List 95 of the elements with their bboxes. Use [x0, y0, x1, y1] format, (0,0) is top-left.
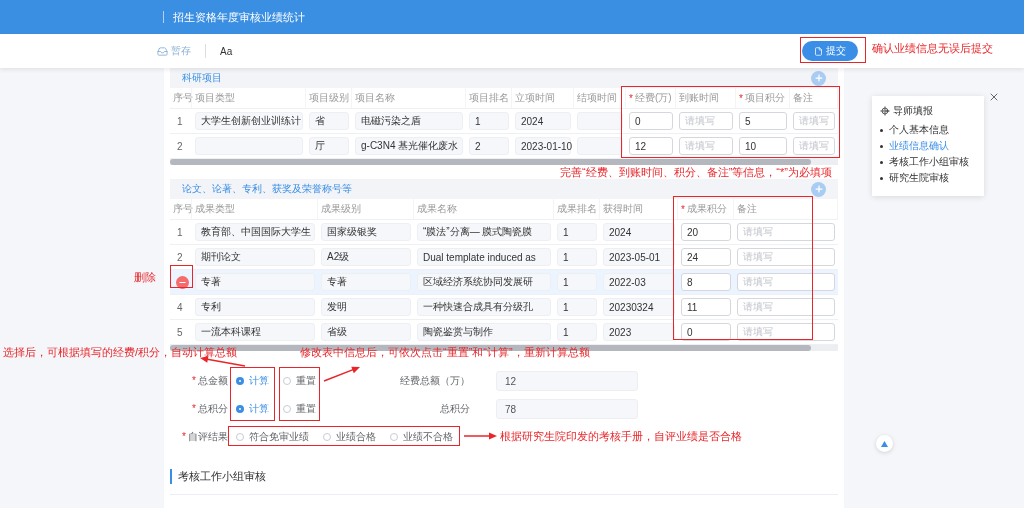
input-field[interactable]: 10 — [739, 137, 787, 155]
plus-icon — [813, 73, 824, 83]
readonly-field: 2023-05-01 — [603, 248, 675, 266]
field-label: * 总积分 — [191, 402, 228, 416]
readonly-field: 厅 — [309, 137, 349, 155]
annotation-frame — [279, 367, 320, 421]
readonly-field: 2024 — [515, 112, 571, 130]
readonly-field — [577, 137, 623, 155]
readonly-field: 专著 — [195, 273, 315, 291]
field-label: * 总金额 — [191, 374, 228, 388]
radio-option[interactable]: 重置 — [283, 402, 316, 416]
radio-option[interactable]: 重置 — [283, 374, 316, 388]
readonly-field: 2023 — [603, 323, 675, 341]
input-field[interactable]: 0 — [629, 112, 673, 130]
field-label: * 自评结果 — [181, 430, 228, 444]
annotation-text: 修改表中信息后，可依次点击“重置”和“计算”，重新计算总额 — [300, 345, 590, 360]
input-field[interactable]: 11 — [681, 298, 731, 316]
input-field[interactable]: 8 — [681, 273, 731, 291]
readonly-field: Dual template induced as — [417, 248, 551, 266]
readonly-field: 专著 — [321, 273, 411, 291]
readonly-field: 1 — [557, 223, 597, 241]
row-number: 5 — [176, 326, 183, 338]
scroll-top-button[interactable] — [876, 435, 893, 452]
nav-item[interactable]: 考核工作小组审核 — [880, 154, 976, 170]
annotation-frame — [170, 265, 193, 288]
page-title: 招生资格年度审核业绩统计 — [173, 9, 305, 25]
radio-option[interactable]: 计算 — [236, 402, 269, 416]
panel-title: 导师填报 — [893, 104, 933, 118]
readonly-field: 12 — [496, 371, 638, 391]
readonly-field: 1 — [557, 323, 597, 341]
annotation-frame — [800, 37, 866, 63]
nav-item[interactable]: 个人基本信息 — [880, 122, 976, 138]
readonly-field: 2 — [469, 137, 509, 155]
annotation-text: 删除 — [134, 270, 156, 285]
readonly-field: 专利 — [195, 298, 315, 316]
annotation-text: 完善“经费、到账时间、积分、备注”等信息，“*”为必填项 — [560, 165, 832, 180]
input-field[interactable]: 20 — [681, 223, 731, 241]
readonly-field: “膜法”分离— 膜式陶瓷膜 — [417, 223, 551, 241]
row-number: 2 — [176, 140, 183, 152]
readonly-field: 一种快速合成具有分级孔 — [417, 298, 551, 316]
readonly-field: 2024 — [603, 223, 675, 241]
annotation-arrow — [323, 366, 360, 382]
input-field[interactable]: 12 — [629, 137, 673, 155]
readonly-field: 省级 — [321, 323, 411, 341]
up-triangle-icon — [881, 440, 888, 447]
readonly-field: 发明 — [321, 298, 411, 316]
readonly-field: 一流本科课程 — [195, 323, 315, 341]
readonly-field: 1 — [557, 273, 597, 291]
row-number: 1 — [176, 115, 183, 127]
readonly-field: 20230324 — [603, 298, 675, 316]
readonly-field: 1 — [469, 112, 509, 130]
row-number: 1 — [176, 226, 183, 238]
annotation-text: 选择后，可根据填写的经费/积分，自动计算总额 — [3, 345, 238, 360]
readonly-field: g-C3N4 基光催化废水 — [355, 137, 463, 155]
nav-item[interactable]: 业绩信息确认 — [880, 138, 976, 154]
readonly-field: 教育部、中国国际大学生 — [195, 223, 315, 241]
radio-option[interactable]: 计算 — [236, 374, 269, 388]
readonly-field: 78 — [496, 399, 638, 419]
annotation-text: 确认业绩信息无误后提交 — [872, 41, 993, 56]
section-title: 科研项目 — [182, 71, 222, 85]
close-button[interactable] — [988, 91, 1000, 103]
font-button[interactable]: Aa — [220, 45, 233, 57]
plus-icon — [813, 184, 824, 194]
readonly-field: 1 — [557, 248, 597, 266]
radio-option[interactable]: 符合免审业绩 — [236, 430, 309, 444]
readonly-field: 陶瓷鉴赏与制作 — [417, 323, 551, 341]
readonly-field: 省 — [309, 112, 349, 130]
readonly-field — [577, 112, 623, 130]
row-number: 2 — [176, 251, 183, 263]
row-number: 4 — [176, 301, 183, 313]
field-label: 总积分 — [439, 402, 470, 416]
annotation-arrow — [463, 432, 497, 440]
input-field[interactable]: 24 — [681, 248, 731, 266]
section-title: 考核工作小组审核 — [170, 469, 266, 484]
radio-option[interactable]: 业绩合格 — [323, 430, 376, 444]
nav-item[interactable]: 研究生院审核 — [880, 170, 976, 186]
crosshair-icon — [880, 106, 890, 116]
readonly-field: 国家级银奖 — [321, 223, 411, 241]
field-label: 经费总额（万） — [399, 374, 470, 388]
input-field[interactable]: 5 — [739, 112, 787, 130]
tray-icon — [157, 45, 168, 57]
annotation-text: 根据研究生院印发的考核手册，自评业绩是否合格 — [500, 429, 742, 444]
radio-option[interactable]: 业绩不合格 — [390, 430, 453, 444]
section-title: 论文、论著、专利、获奖及荣誉称号等 — [182, 182, 352, 196]
scrollbar[interactable] — [170, 159, 838, 165]
annotation-frame — [230, 367, 275, 421]
readonly-field: 期刊论文 — [195, 248, 315, 266]
readonly-field: A2级 — [321, 248, 411, 266]
readonly-field: 电磁污染之盾 — [355, 112, 463, 130]
readonly-field: 2023-01-10 — [515, 137, 571, 155]
readonly-field: 大学生创新创业训练计 — [195, 112, 303, 130]
readonly-field: 2022-03 — [603, 273, 675, 291]
document-icon — [814, 46, 823, 56]
readonly-field: 1 — [557, 298, 597, 316]
readonly-field: 区域经济系统协同发展研 — [417, 273, 551, 291]
